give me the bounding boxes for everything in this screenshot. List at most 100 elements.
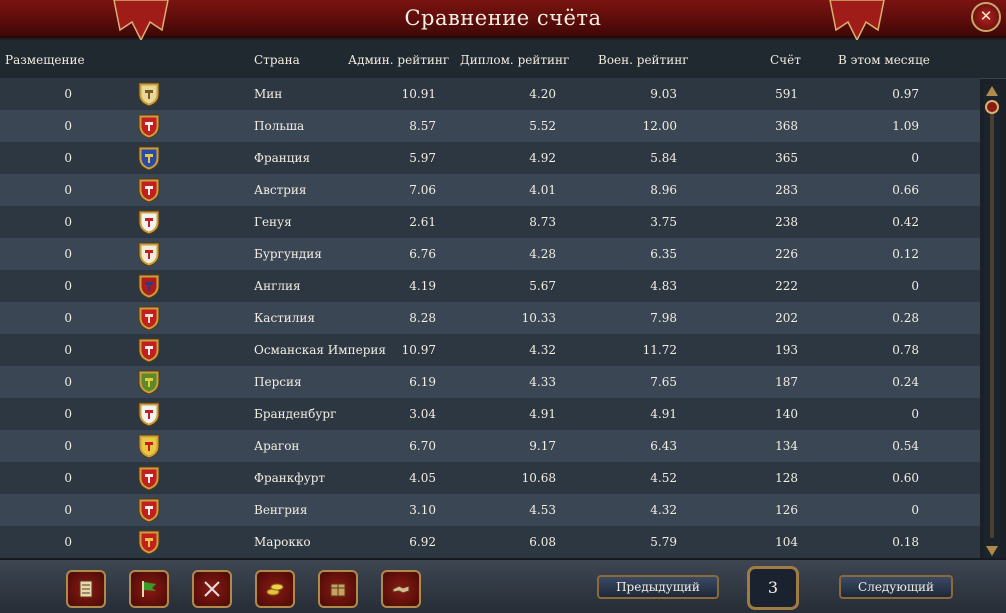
- header-score[interactable]: Счёт: [770, 53, 801, 67]
- country-cell[interactable]: Англия: [254, 279, 301, 293]
- header-country[interactable]: Страна: [254, 53, 300, 67]
- persia-shield-icon[interactable]: [137, 369, 161, 395]
- this-month-cell: 0.78: [892, 343, 919, 357]
- country-cell[interactable]: Марокко: [254, 535, 311, 549]
- this-month-cell: 0.12: [892, 247, 919, 261]
- table-row[interactable]: 0 Венгрия 3.10 4.53 4.32 126 0: [0, 494, 980, 526]
- diplomacy-button[interactable]: [381, 570, 421, 608]
- country-cell[interactable]: Генуя: [254, 215, 292, 229]
- country-cell[interactable]: Мин: [254, 87, 282, 101]
- diplo-rating-cell: 9.17: [529, 439, 556, 453]
- hungary-shield-icon[interactable]: [137, 497, 161, 523]
- admin-rating-cell: 4.05: [409, 471, 436, 485]
- country-cell[interactable]: Франкфурт: [254, 471, 325, 485]
- flag-button[interactable]: [129, 570, 169, 608]
- table-row[interactable]: 0 Марокко 6.92 6.08 5.79 104 0.18: [0, 526, 980, 558]
- country-cell[interactable]: Арагон: [254, 439, 299, 453]
- france-shield-icon[interactable]: [137, 145, 161, 171]
- placement-cell: 0: [64, 183, 72, 197]
- scrollbar[interactable]: [984, 84, 1000, 558]
- war-button[interactable]: [192, 570, 232, 608]
- header-admin[interactable]: Админ. рейтинг: [348, 53, 449, 67]
- admin-rating-cell: 8.57: [409, 119, 436, 133]
- austria-shield-icon[interactable]: [137, 177, 161, 203]
- table-row[interactable]: 0 Англия 4.19 5.67 4.83 222 0: [0, 270, 980, 302]
- mil-rating-cell: 7.65: [650, 375, 677, 389]
- mil-rating-cell: 4.32: [650, 503, 677, 517]
- score-cell: 283: [775, 183, 798, 197]
- admin-rating-cell: 7.06: [409, 183, 436, 197]
- admin-rating-cell: 10.97: [401, 343, 436, 357]
- mil-rating-cell: 4.52: [650, 471, 677, 485]
- table-row[interactable]: 0 Арагон 6.70 9.17 6.43 134 0.54: [0, 430, 980, 462]
- castile-shield-icon[interactable]: [137, 305, 161, 331]
- table-row[interactable]: 0 Генуя 2.61 8.73 3.75 238 0.42: [0, 206, 980, 238]
- mil-rating-cell: 4.91: [650, 407, 677, 421]
- aragon-shield-icon[interactable]: [137, 433, 161, 459]
- header-placement[interactable]: Размещение: [5, 53, 85, 67]
- admin-rating-cell: 4.19: [409, 279, 436, 293]
- england-shield-icon[interactable]: [137, 273, 161, 299]
- scroll-track[interactable]: [990, 104, 994, 538]
- table-row[interactable]: 0 Франция 5.97 4.92 5.84 365 0: [0, 142, 980, 174]
- diplo-rating-cell: 4.32: [529, 343, 556, 357]
- table-row[interactable]: 0 Бранденбург 3.04 4.91 4.91 140 0: [0, 398, 980, 430]
- country-cell[interactable]: Персия: [254, 375, 302, 389]
- trade-button[interactable]: [318, 570, 358, 608]
- placement-cell: 0: [64, 407, 72, 421]
- country-cell[interactable]: Польша: [254, 119, 304, 133]
- admin-rating-cell: 3.04: [409, 407, 436, 421]
- this-month-cell: 0.66: [892, 183, 919, 197]
- diplo-rating-cell: 6.08: [529, 535, 556, 549]
- table-row[interactable]: 0 Бургундия 6.76 4.28 6.35 226 0.12: [0, 238, 980, 270]
- mil-rating-cell: 8.96: [650, 183, 677, 197]
- brandenburg-shield-icon[interactable]: [137, 401, 161, 427]
- morocco-shield-icon[interactable]: [137, 529, 161, 555]
- score-cell: 126: [775, 503, 798, 517]
- score-cell: 134: [775, 439, 798, 453]
- mil-rating-cell: 6.43: [650, 439, 677, 453]
- header-mil[interactable]: Воен. рейтинг: [598, 53, 688, 67]
- table-row[interactable]: 0 Австрия 7.06 4.01 8.96 283 0.66: [0, 174, 980, 206]
- frankfurt-shield-icon[interactable]: [137, 465, 161, 491]
- country-cell[interactable]: Австрия: [254, 183, 306, 197]
- mil-rating-cell: 3.75: [650, 215, 677, 229]
- table-row[interactable]: 0 Персия 6.19 4.33 7.65 187 0.24: [0, 366, 980, 398]
- table-row[interactable]: 0 Кастилия 8.28 10.33 7.98 202 0.28: [0, 302, 980, 334]
- country-cell[interactable]: Кастилия: [254, 311, 315, 325]
- country-cell[interactable]: Бургундия: [254, 247, 322, 261]
- country-cell[interactable]: Османская Империя: [254, 343, 386, 357]
- previous-button[interactable]: Предыдущий: [597, 575, 719, 599]
- mil-rating-cell: 5.84: [650, 151, 677, 165]
- admin-rating-cell: 8.28: [409, 311, 436, 325]
- mil-rating-cell: 11.72: [642, 343, 677, 357]
- scroll-down-arrow-icon[interactable]: [985, 542, 999, 558]
- scroll-thumb[interactable]: [984, 98, 1000, 116]
- genoa-shield-icon[interactable]: [137, 209, 161, 235]
- table-row[interactable]: 0 Османская Империя 10.97 4.32 11.72 193 0.78: [0, 334, 980, 366]
- score-cell: 365: [775, 151, 798, 165]
- ming-shield-icon[interactable]: [137, 81, 161, 107]
- admin-rating-cell: 2.61: [409, 215, 436, 229]
- header-this-month[interactable]: В этом месяце: [838, 53, 930, 67]
- placement-cell: 0: [64, 119, 72, 133]
- this-month-cell: 0.24: [892, 375, 919, 389]
- next-button[interactable]: Следующий: [839, 575, 953, 599]
- close-button[interactable]: ✕: [971, 2, 1001, 32]
- poland-shield-icon[interactable]: [137, 113, 161, 139]
- table-row[interactable]: 0 Польша 8.57 5.52 12.00 368 1.09: [0, 110, 980, 142]
- header-diplo[interactable]: Диплом. рейтинг: [460, 53, 569, 67]
- this-month-cell: 0.54: [892, 439, 919, 453]
- country-cell[interactable]: Бранденбург: [254, 407, 336, 421]
- country-cell[interactable]: Венгрия: [254, 503, 307, 517]
- table-row[interactable]: 0 Франкфурт 4.05 10.68 4.52 128 0.60: [0, 462, 980, 494]
- ottoman-shield-icon[interactable]: [137, 337, 161, 363]
- burgundy-shield-icon[interactable]: [137, 241, 161, 267]
- ledger-button[interactable]: [66, 570, 106, 608]
- score-cell: 202: [775, 311, 798, 325]
- table-row[interactable]: 0 Мин 10.91 4.20 9.03 591 0.97: [0, 78, 980, 110]
- this-month-cell: 0: [911, 503, 919, 517]
- country-cell[interactable]: Франция: [254, 151, 310, 165]
- admin-rating-cell: 5.97: [409, 151, 436, 165]
- economy-button[interactable]: [255, 570, 295, 608]
